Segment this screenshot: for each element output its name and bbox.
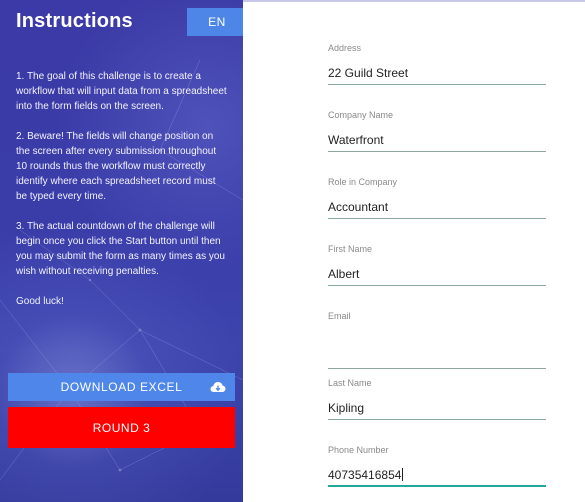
address-label: Address bbox=[328, 43, 362, 53]
instructions-title: Instructions bbox=[16, 10, 133, 32]
text-cursor bbox=[402, 468, 404, 481]
email-field: Email bbox=[328, 311, 546, 369]
phone-number-label: Phone Number bbox=[328, 445, 389, 455]
phone-number-value: 40735416854 bbox=[328, 468, 402, 482]
cloud-download-icon bbox=[210, 382, 226, 392]
instructions-text: 1. The goal of this challenge is to crea… bbox=[16, 69, 228, 324]
company-name-label: Company Name bbox=[328, 110, 394, 120]
instruction-paragraph: 3. The actual countdown of the challenge… bbox=[16, 221, 225, 277]
first-name-label: First Name bbox=[328, 244, 373, 254]
phone-number-input[interactable]: 40735416854 bbox=[328, 463, 546, 487]
instruction-paragraph: 2. Beware! The fields will change positi… bbox=[16, 131, 217, 202]
address-field: Address 22 Guild Street bbox=[328, 43, 546, 85]
round-button[interactable]: ROUND 3 bbox=[8, 407, 235, 448]
email-input[interactable] bbox=[328, 345, 546, 369]
company-name-input[interactable]: Waterfront bbox=[328, 128, 546, 152]
download-excel-button[interactable]: DOWNLOAD EXCEL bbox=[8, 373, 235, 401]
company-name-field: Company Name Waterfront bbox=[328, 110, 546, 152]
instruction-paragraph: 1. The goal of this challenge is to crea… bbox=[16, 71, 227, 112]
good-luck-text: Good luck! bbox=[16, 296, 64, 307]
language-button[interactable]: EN bbox=[187, 8, 243, 36]
role-in-company-field: Role in Company Accountant bbox=[328, 177, 546, 219]
role-in-company-input[interactable]: Accountant bbox=[328, 195, 546, 219]
last-name-input[interactable]: Kipling bbox=[328, 396, 546, 420]
last-name-field: Last Name Kipling bbox=[328, 378, 546, 420]
instructions-panel: Instructions EN 1. The goal of this chal… bbox=[0, 0, 243, 502]
download-excel-label: DOWNLOAD EXCEL bbox=[60, 380, 183, 394]
last-name-label: Last Name bbox=[328, 378, 372, 388]
role-in-company-label: Role in Company bbox=[328, 177, 398, 187]
email-label: Email bbox=[328, 311, 351, 321]
first-name-input[interactable]: Albert bbox=[328, 262, 546, 286]
phone-number-field: Phone Number 40735416854 bbox=[328, 445, 546, 487]
top-divider bbox=[243, 0, 585, 2]
first-name-field: First Name Albert bbox=[328, 244, 546, 286]
address-input[interactable]: 22 Guild Street bbox=[328, 61, 546, 85]
